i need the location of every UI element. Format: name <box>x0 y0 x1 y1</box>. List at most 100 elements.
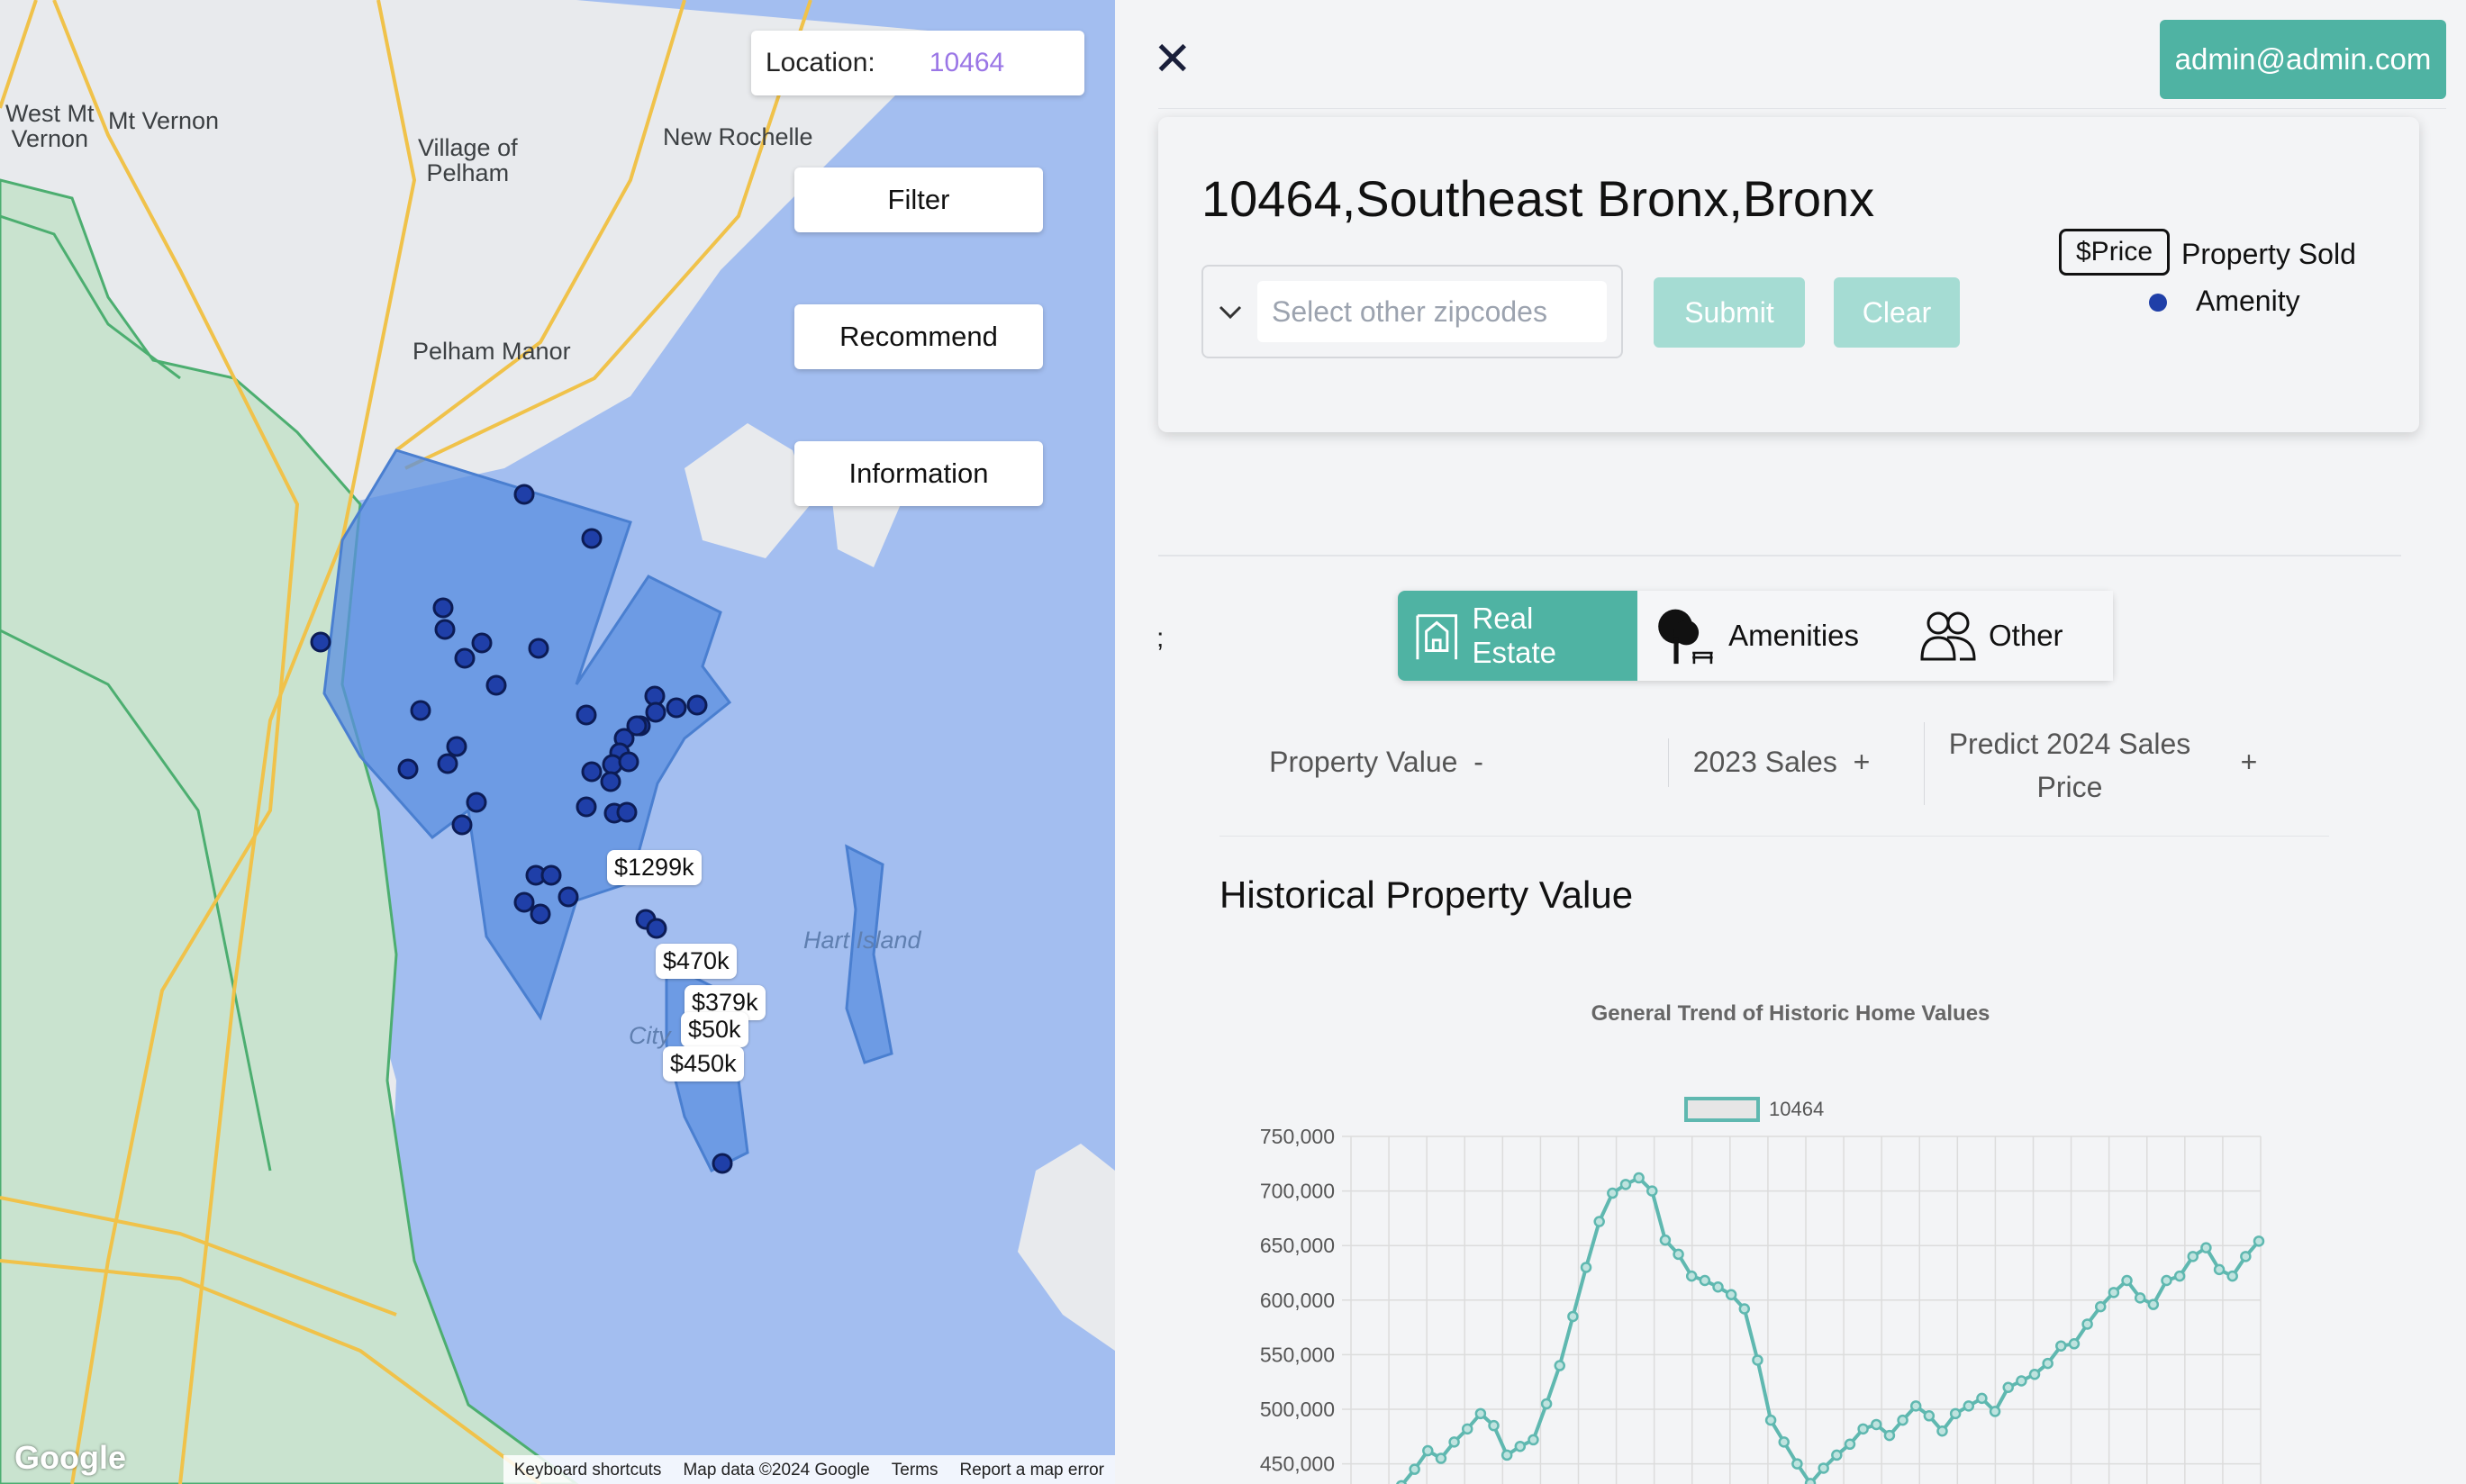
data-point <box>1712 1281 1724 1293</box>
divider <box>1219 836 2329 837</box>
map-panel[interactable]: West Mt Vernon Mt Vernon Village of Pelham… <box>0 0 1115 1484</box>
stray-text: ; <box>1156 623 1165 653</box>
data-point <box>1435 1452 1447 1464</box>
data-point <box>1831 1449 1843 1461</box>
expand-icon[interactable]: + <box>2235 746 2262 779</box>
data-point <box>1976 1392 1988 1405</box>
page-title: 10464,Southeast Bronx,Bronx <box>1201 170 1875 227</box>
data-point <box>2161 1274 2172 1287</box>
amenity-dot-icon <box>2149 294 2167 312</box>
data-point <box>1844 1438 1856 1451</box>
y-tick-label: 750,000 <box>1260 1125 1335 1148</box>
data-point <box>1752 1354 1763 1366</box>
data-point <box>2068 1338 2081 1350</box>
price-tag-marker[interactable]: $50k <box>681 1012 748 1047</box>
zipcode-search-input[interactable] <box>1257 281 1607 342</box>
recommend-button[interactable]: Recommend <box>794 304 1043 369</box>
close-icon[interactable]: ✕ <box>1153 32 1192 86</box>
data-point <box>2213 1263 2226 1276</box>
chevron-down-icon[interactable] <box>1203 297 1257 326</box>
data-point <box>1580 1262 1592 1273</box>
price-tag-marker[interactable]: $1299k <box>607 850 702 885</box>
data-point <box>1897 1414 1908 1426</box>
column-label: Property Value <box>1269 746 1458 778</box>
data-point <box>1909 1400 1922 1412</box>
data-point <box>1818 1462 1829 1474</box>
map-label-village-of-pelham: Village of Pelham <box>418 134 518 186</box>
tab-label: Amenities <box>1728 619 1859 652</box>
y-tick-label: 700,000 <box>1260 1180 1335 1203</box>
tree-bench-icon <box>1658 609 1713 665</box>
property-value-toggle[interactable]: Property Value - <box>1241 746 1511 779</box>
data-point <box>1422 1444 1434 1457</box>
data-point <box>1883 1429 1896 1442</box>
filter-button[interactable]: Filter <box>794 167 1043 232</box>
data-point <box>2134 1292 2146 1304</box>
data-point <box>2055 1340 2067 1352</box>
zipcode-select[interactable] <box>1201 265 1623 358</box>
data-point <box>1871 1418 1882 1431</box>
data-point <box>1540 1398 1553 1410</box>
section-title: Historical Property Value <box>1219 873 1634 916</box>
data-point <box>1936 1425 1948 1437</box>
data-point <box>1593 1216 1605 1227</box>
data-point <box>1607 1187 1618 1199</box>
submit-button[interactable]: Submit <box>1654 277 1805 348</box>
data-point <box>2187 1251 2199 1262</box>
map-label-city: City <box>629 1022 671 1049</box>
data-point <box>2081 1318 2093 1330</box>
predict-2024-label[interactable]: Predict 2024 Sales Price <box>1944 722 2196 809</box>
clear-button[interactable]: Clear <box>1834 277 1960 348</box>
map-label-new-rochelle: New Rochelle <box>663 123 813 150</box>
data-point <box>2147 1298 2160 1310</box>
user-account-button[interactable]: admin@admin.com <box>2160 20 2446 99</box>
data-point <box>1500 1449 1513 1461</box>
users-icon <box>1920 611 1976 661</box>
map-label-mt-vernon: Mt Vernon <box>108 107 220 134</box>
map-attribution: Keyboard shortcuts Map data ©2024 Google… <box>503 1455 1115 1484</box>
divider <box>1668 738 1669 787</box>
divider <box>1924 722 1925 805</box>
price-tag-marker[interactable]: $450k <box>663 1046 744 1081</box>
data-point <box>1778 1436 1790 1448</box>
expand-icon: + <box>1853 746 1871 778</box>
legend-price-box: $Price <box>2059 229 2171 276</box>
sales-2023-toggle[interactable]: 2023 Sales + <box>1673 746 1890 779</box>
data-point <box>1528 1434 1539 1446</box>
map-label-west-mt-vernon: West Mt Vernon <box>5 100 95 152</box>
data-point <box>1646 1185 1658 1197</box>
tab-real-estate[interactable]: Real Estate <box>1398 591 1637 681</box>
data-point <box>2173 1270 2186 1282</box>
data-point <box>2240 1251 2252 1262</box>
terms-link[interactable]: Terms <box>881 1455 949 1484</box>
data-point <box>2016 1375 2027 1387</box>
data-point <box>1673 1248 1684 1261</box>
y-tick-label: 550,000 <box>1260 1343 1335 1366</box>
map-data-text: Map data ©2024 Google <box>683 1461 870 1479</box>
data-point <box>1857 1423 1869 1435</box>
tab-label: Other <box>1989 619 2063 652</box>
tab-label: Real Estate <box>1472 602 1557 669</box>
legend-amenity: Amenity <box>2196 285 2300 317</box>
keyboard-shortcuts-link[interactable]: Keyboard shortcuts <box>503 1455 673 1484</box>
data-point <box>1554 1360 1566 1371</box>
information-button[interactable]: Information <box>794 441 1043 506</box>
data-point <box>1764 1414 1777 1426</box>
report-map-error-link[interactable]: Report a map error <box>948 1455 1115 1484</box>
historical-value-chart: 750,000 700,000 650,000 600,000 550,000 500,0… <box>1260 1097 2265 1484</box>
data-point <box>1738 1303 1751 1315</box>
y-tick-label: 600,000 <box>1260 1289 1335 1312</box>
column-label: 2023 Sales <box>1692 746 1837 778</box>
data-point <box>2121 1274 2133 1287</box>
price-tag-marker[interactable]: $470k <box>656 944 737 979</box>
data-point <box>1791 1458 1803 1470</box>
house-icon <box>1416 614 1458 660</box>
y-tick-label: 650,000 <box>1260 1234 1335 1257</box>
data-point <box>1685 1270 1698 1282</box>
tab-amenities[interactable]: Amenities <box>1637 591 1875 681</box>
map-label-pelham-manor: Pelham Manor <box>413 338 571 365</box>
collapse-icon: - <box>1473 746 1483 778</box>
tab-other[interactable]: Other <box>1875 591 2113 681</box>
data-point <box>1923 1410 1936 1422</box>
detail-panel: ✕ admin@admin.com 10464,Southeast Bronx,… <box>1115 0 2466 1484</box>
